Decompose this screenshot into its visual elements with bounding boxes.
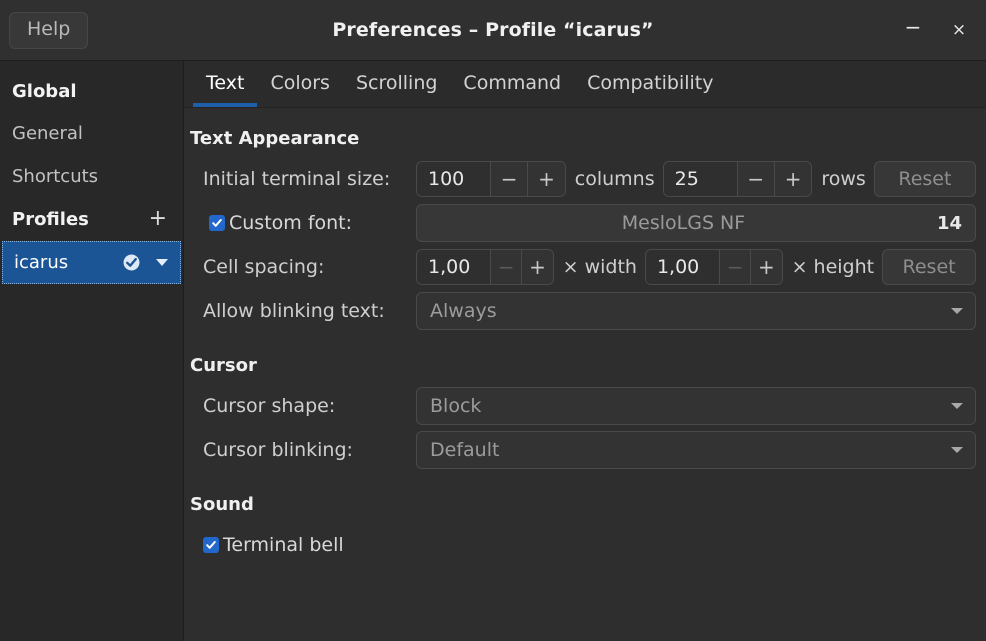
titlebar-left-group: Help — [0, 11, 89, 49]
checkmark-icon — [212, 219, 222, 227]
cell-height-increment-button[interactable]: + — [750, 250, 782, 284]
sidebar-item-shortcuts[interactable]: Shortcuts — [0, 155, 183, 198]
columns-stepper[interactable]: 100 − + — [416, 161, 566, 197]
rows-unit-label: rows — [821, 168, 866, 190]
terminal-bell-checkbox-row[interactable]: Terminal bell — [184, 523, 976, 567]
tab-scrolling[interactable]: Scrolling — [343, 74, 450, 107]
cell-width-decrement-button[interactable]: − — [490, 250, 522, 284]
cell-height-decrement-button[interactable]: − — [718, 250, 751, 284]
allow-blinking-text-value: Always — [430, 300, 497, 322]
cell-height-stepper[interactable]: 1,00 − + — [644, 249, 783, 285]
chevron-down-icon — [951, 308, 963, 314]
chevron-down-icon — [951, 403, 963, 409]
sidebar-item-profile-icarus[interactable]: icarus — [2, 241, 181, 284]
cell-width-increment-button[interactable]: + — [521, 250, 553, 284]
cursor-blinking-value: Default — [430, 439, 500, 461]
custom-font-label: Custom font: — [229, 212, 353, 234]
checkmark-icon — [206, 541, 216, 549]
reset-terminal-size-button[interactable]: Reset — [873, 161, 976, 197]
section-heading-sound: Sound — [190, 494, 254, 515]
section-heading-text-appearance: Text Appearance — [190, 128, 360, 149]
cell-width-value[interactable]: 1,00 — [417, 250, 490, 284]
titlebar: Help Preferences – Profile “icarus” − × — [0, 0, 986, 61]
allow-blinking-text-select[interactable]: Always — [416, 292, 976, 330]
label-cursor-shape: Cursor shape: — [203, 395, 336, 417]
row-cursor-shape: Cursor shape: Block — [184, 384, 976, 428]
rows-value[interactable]: 25 — [663, 162, 737, 196]
row-allow-blinking-text: Allow blinking text: Always — [184, 289, 976, 333]
sidebar-heading-profiles: Profiles — [12, 208, 89, 230]
main-pane: Text Colors Scrolling Command Compatibil… — [184, 61, 986, 641]
tab-bar: Text Colors Scrolling Command Compatibil… — [184, 61, 986, 108]
window-controls: − × — [900, 14, 986, 47]
columns-value[interactable]: 100 — [417, 162, 490, 196]
sidebar-item-general[interactable]: General — [0, 112, 183, 155]
label-initial-terminal-size: Initial terminal size: — [203, 168, 391, 190]
cursor-blinking-select[interactable]: Default — [416, 431, 976, 469]
minimize-icon[interactable]: − — [900, 14, 926, 47]
columns-increment-button[interactable]: + — [527, 162, 565, 196]
close-icon[interactable]: × — [946, 17, 972, 43]
profile-name-label: icarus — [14, 252, 69, 273]
cell-height-value[interactable]: 1,00 — [645, 250, 719, 284]
reset-cell-spacing-button[interactable]: Reset — [882, 249, 977, 285]
cursor-shape-select[interactable]: Block — [416, 387, 976, 425]
columns-unit-label: columns — [574, 168, 655, 190]
cell-width-unit-label: × width — [562, 256, 637, 278]
window-title: Preferences – Profile “icarus” — [332, 19, 654, 41]
help-button[interactable]: Help — [9, 11, 89, 49]
cursor-shape-value: Block — [430, 395, 482, 417]
cell-width-stepper[interactable]: 1,00 − + — [416, 249, 554, 285]
row-custom-font: Custom font: MesloLGS NF 14 — [184, 201, 976, 245]
tab-compatibility[interactable]: Compatibility — [574, 74, 726, 107]
add-profile-icon[interactable]: + — [147, 208, 169, 230]
sidebar-heading-profiles-row: Profiles + — [0, 198, 183, 240]
columns-decrement-button[interactable]: − — [490, 162, 528, 196]
terminal-bell-checkbox[interactable] — [203, 537, 219, 553]
rows-increment-button[interactable]: + — [773, 162, 812, 196]
cell-height-unit-label: × height — [791, 256, 875, 278]
tab-text[interactable]: Text — [193, 74, 258, 107]
terminal-bell-label: Terminal bell — [223, 534, 344, 556]
settings-content: Text Appearance Initial terminal size: 1… — [184, 108, 986, 641]
chevron-down-icon — [951, 447, 963, 453]
label-allow-blinking-text: Allow blinking text: — [203, 300, 385, 322]
custom-font-checkbox-row[interactable]: Custom font: — [190, 201, 416, 245]
preferences-window: Help Preferences – Profile “icarus” − × … — [0, 0, 986, 641]
label-cell-spacing: Cell spacing: — [203, 256, 325, 278]
custom-font-checkbox[interactable] — [209, 215, 225, 231]
rows-stepper[interactable]: 25 − + — [662, 161, 813, 197]
sidebar: Global General Shortcuts Profiles + icar… — [0, 61, 184, 641]
tab-colors[interactable]: Colors — [257, 74, 343, 107]
default-profile-check-icon — [123, 254, 140, 271]
font-picker-button[interactable]: MesloLGS NF 14 — [416, 204, 976, 242]
profile-menu-chevron-down-icon[interactable] — [156, 259, 168, 266]
section-heading-cursor: Cursor — [190, 355, 257, 376]
sidebar-heading-global: Global — [12, 81, 77, 102]
label-cursor-blinking: Cursor blinking: — [203, 439, 353, 461]
row-cursor-blinking: Cursor blinking: Default — [184, 428, 976, 472]
rows-decrement-button[interactable]: − — [736, 162, 774, 196]
row-cell-spacing: Cell spacing: 1,00 − + × width 1,00 − + … — [184, 245, 977, 289]
font-name-value: MesloLGS NF — [621, 212, 746, 234]
window-body: Global General Shortcuts Profiles + icar… — [0, 61, 986, 641]
font-size-value: 14 — [936, 212, 962, 234]
row-initial-terminal-size: Initial terminal size: 100 − + columns 2… — [184, 157, 976, 201]
tab-command[interactable]: Command — [450, 74, 574, 107]
